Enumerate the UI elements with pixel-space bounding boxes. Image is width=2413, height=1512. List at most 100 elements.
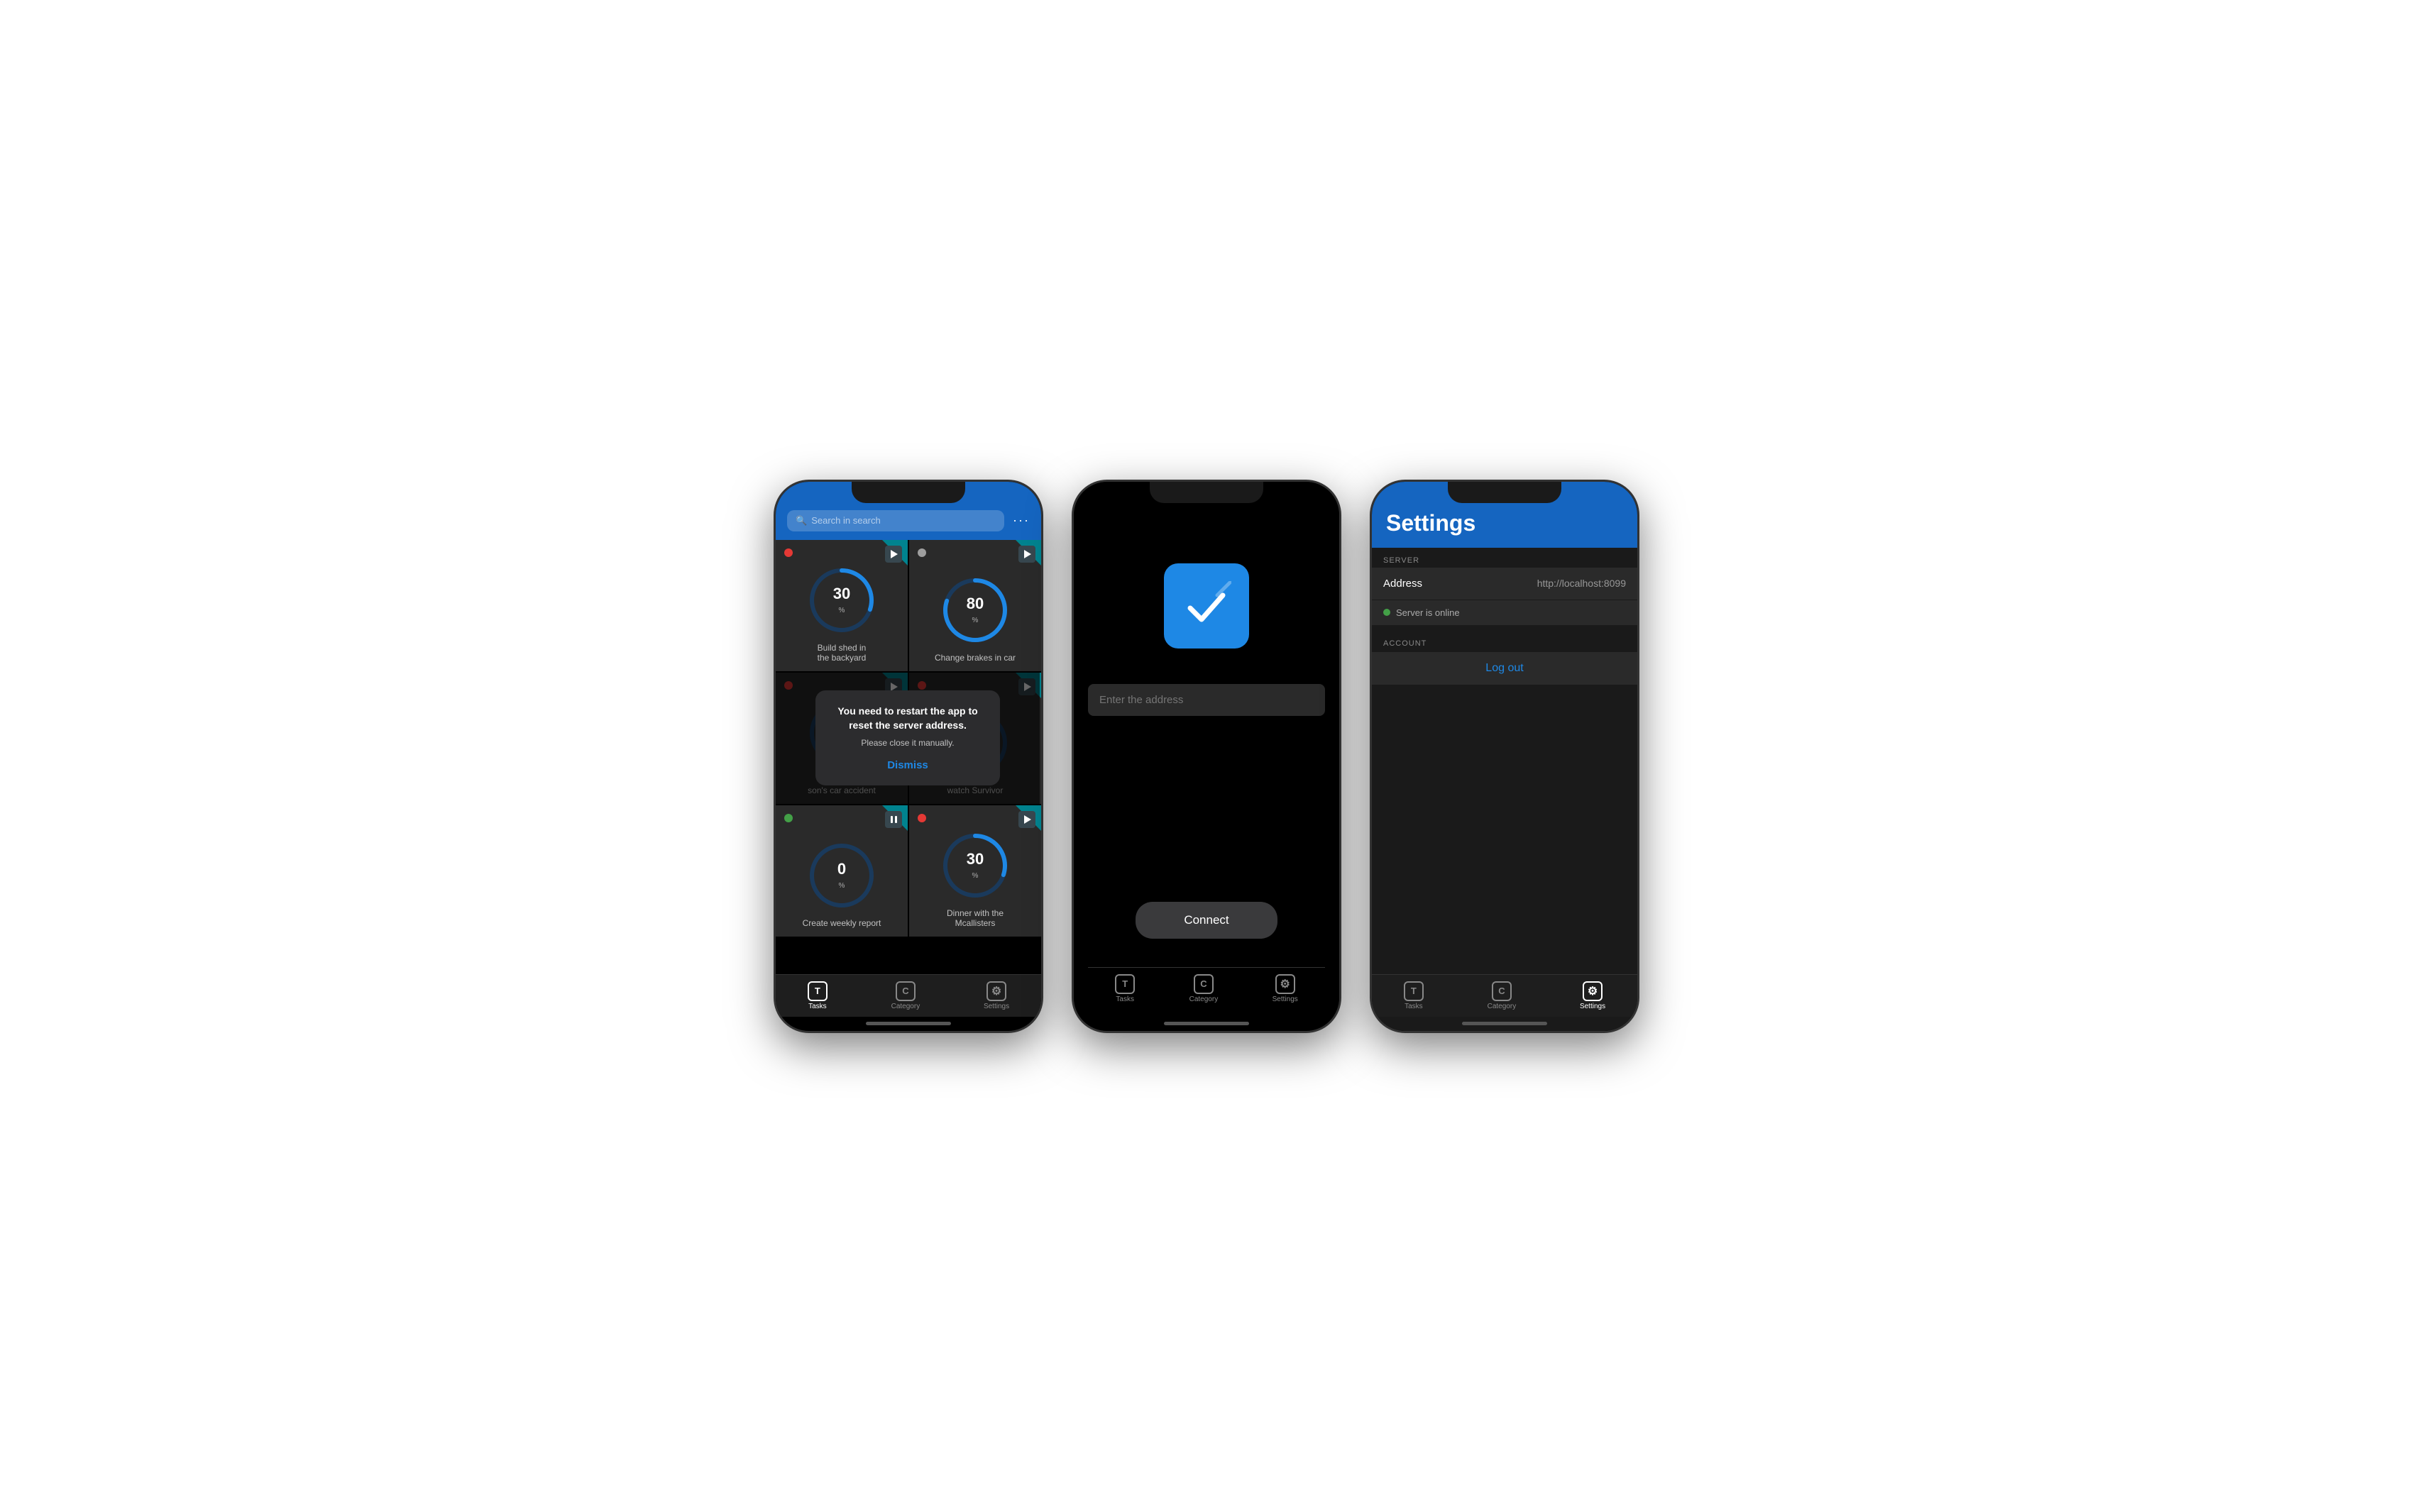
tab-bar: T Tasks C Category ⚙ Settings bbox=[776, 974, 1041, 1017]
search-bar[interactable]: 🔍 Search in search bbox=[787, 510, 1004, 531]
tab-bar: T Tasks C Category ⚙ Settings bbox=[1372, 974, 1637, 1017]
task-status-dot bbox=[918, 814, 926, 822]
server-status-text: Server is online bbox=[1396, 607, 1460, 618]
pause-button[interactable] bbox=[885, 811, 902, 828]
play-button[interactable] bbox=[1018, 811, 1035, 828]
progress-percent: % bbox=[839, 607, 845, 614]
pause-icon bbox=[891, 816, 897, 823]
account-section-header: ACCOUNT bbox=[1372, 631, 1637, 651]
alert-subtitle: Please close it manually. bbox=[832, 738, 983, 748]
category-tab-icon: C bbox=[1492, 981, 1512, 1001]
alert-title: You need to restart the app to reset the… bbox=[832, 705, 983, 732]
tab-bar: T Tasks C Category ⚙ Settings bbox=[1088, 967, 1325, 1010]
tab-category[interactable]: C Category bbox=[1488, 981, 1517, 1010]
server-status-row: Server is online bbox=[1372, 600, 1637, 625]
status-indicator-dot bbox=[1383, 609, 1390, 616]
task-card-chiro[interactable]: 0 % Chiro app...son's car accident You n… bbox=[776, 673, 908, 804]
phone-screen: Settings SERVER Address http://localhost… bbox=[1372, 482, 1637, 1031]
play-icon bbox=[891, 550, 898, 558]
category-tab-label: Category bbox=[891, 1003, 920, 1010]
category-tab-icon: C bbox=[896, 981, 916, 1001]
progress-percent: % bbox=[972, 617, 979, 624]
server-section-header: SERVER bbox=[1372, 548, 1637, 568]
progress-number: 30 bbox=[833, 585, 850, 603]
progress-number: 80 bbox=[967, 595, 984, 613]
search-placeholder: Search in search bbox=[811, 515, 881, 526]
tasks-tab-icon: T bbox=[1404, 981, 1424, 1001]
tasks-grid: 30 % Build shed inthe backyard bbox=[776, 540, 1041, 937]
tasks-tab-label: Tasks bbox=[1116, 995, 1134, 1003]
connect-bottom: Connect T Tasks C Category ⚙ Settings bbox=[1088, 902, 1325, 1010]
phone-connect: Connect T Tasks C Category ⚙ Settings bbox=[1072, 480, 1341, 1033]
address-row[interactable]: Address http://localhost:8099 bbox=[1372, 568, 1637, 600]
search-icon: 🔍 bbox=[796, 515, 807, 526]
address-value: http://localhost:8099 bbox=[1537, 578, 1626, 589]
settings-tab-label: Settings bbox=[1580, 1003, 1605, 1010]
tasks-tab-label: Tasks bbox=[808, 1003, 827, 1010]
task-status-dot bbox=[784, 548, 793, 557]
progress-ring: 30 % bbox=[940, 830, 1011, 901]
progress-number: 30 bbox=[967, 850, 984, 868]
progress-ring: 30 % bbox=[806, 565, 877, 636]
screenshot-container: 🔍 Search in search ··· bbox=[745, 451, 1668, 1061]
settings-tab-icon: ⚙ bbox=[986, 981, 1006, 1001]
category-tab-label: Category bbox=[1488, 1003, 1517, 1010]
tasks-tab-label: Tasks bbox=[1405, 1003, 1423, 1010]
tab-tasks[interactable]: T Tasks bbox=[1404, 981, 1424, 1010]
task-card-create-weekly[interactable]: 0 % Create weekly report bbox=[776, 805, 908, 937]
checkmark-icon bbox=[1182, 581, 1231, 631]
category-tab-label: Category bbox=[1189, 995, 1219, 1003]
logout-row[interactable]: Log out bbox=[1372, 652, 1637, 685]
phone-screen: 🔍 Search in search ··· bbox=[776, 482, 1041, 1031]
play-button[interactable] bbox=[885, 546, 902, 563]
logout-button[interactable]: Log out bbox=[1485, 662, 1523, 674]
play-icon bbox=[1024, 815, 1031, 824]
address-input[interactable] bbox=[1088, 684, 1325, 716]
tab-settings[interactable]: ⚙ Settings bbox=[1580, 981, 1605, 1010]
task-card-dinner[interactable]: 30 % Dinner with theMcallisters bbox=[909, 805, 1041, 937]
settings-tab-label: Settings bbox=[984, 1003, 1009, 1010]
tab-tasks[interactable]: T Tasks bbox=[808, 981, 828, 1010]
progress-percent: % bbox=[972, 872, 979, 880]
phone-tasks: 🔍 Search in search ··· bbox=[774, 480, 1043, 1033]
task-label: Build shed inthe backyard bbox=[818, 643, 867, 663]
phone-settings: Settings SERVER Address http://localhost… bbox=[1370, 480, 1639, 1033]
alert-overlay: You need to restart the app to reset the… bbox=[776, 673, 1040, 804]
settings-title: Settings bbox=[1386, 510, 1623, 536]
progress-number: 0 bbox=[837, 860, 846, 878]
phone-notch bbox=[1150, 482, 1263, 503]
progress-ring: 80 % bbox=[940, 575, 1011, 646]
tasks-tab-icon: T bbox=[808, 981, 828, 1001]
settings-tab-icon: ⚙ bbox=[1275, 974, 1295, 994]
progress-ring: 0 % bbox=[806, 840, 877, 911]
task-card-build-shed[interactable]: 30 % Build shed inthe backyard bbox=[776, 540, 908, 671]
task-status-dot bbox=[918, 548, 926, 557]
home-indicator bbox=[866, 1022, 951, 1025]
more-menu-button[interactable]: ··· bbox=[1013, 513, 1030, 528]
phone-notch bbox=[1448, 482, 1561, 503]
task-label: Create weekly report bbox=[803, 918, 881, 928]
play-button[interactable] bbox=[1018, 546, 1035, 563]
task-card-change-brakes[interactable]: 80 % Change brakes in car bbox=[909, 540, 1041, 671]
tab-settings[interactable]: ⚙ Settings bbox=[1273, 974, 1298, 1003]
tab-category[interactable]: C Category bbox=[891, 981, 920, 1010]
connect-button[interactable]: Connect bbox=[1136, 902, 1277, 939]
connect-top bbox=[1088, 521, 1325, 716]
settings-tab-label: Settings bbox=[1273, 995, 1298, 1003]
settings-tab-icon: ⚙ bbox=[1583, 981, 1603, 1001]
task-status-dot bbox=[784, 814, 793, 822]
category-tab-icon: C bbox=[1194, 974, 1214, 994]
app-logo bbox=[1164, 563, 1249, 649]
dismiss-button[interactable]: Dismiss bbox=[832, 759, 983, 771]
task-label: Change brakes in car bbox=[935, 653, 1016, 663]
home-indicator bbox=[1164, 1022, 1249, 1025]
alert-dialog: You need to restart the app to reset the… bbox=[815, 690, 1000, 785]
tab-tasks[interactable]: T Tasks bbox=[1115, 974, 1135, 1003]
address-label: Address bbox=[1383, 578, 1422, 590]
tab-settings[interactable]: ⚙ Settings bbox=[984, 981, 1009, 1010]
phone-notch bbox=[852, 482, 965, 503]
settings-body: SERVER Address http://localhost:8099 Ser… bbox=[1372, 548, 1637, 1031]
task-label: Dinner with theMcallisters bbox=[947, 908, 1004, 928]
phone-screen: Connect T Tasks C Category ⚙ Settings bbox=[1074, 482, 1339, 1031]
tab-category[interactable]: C Category bbox=[1189, 974, 1219, 1003]
